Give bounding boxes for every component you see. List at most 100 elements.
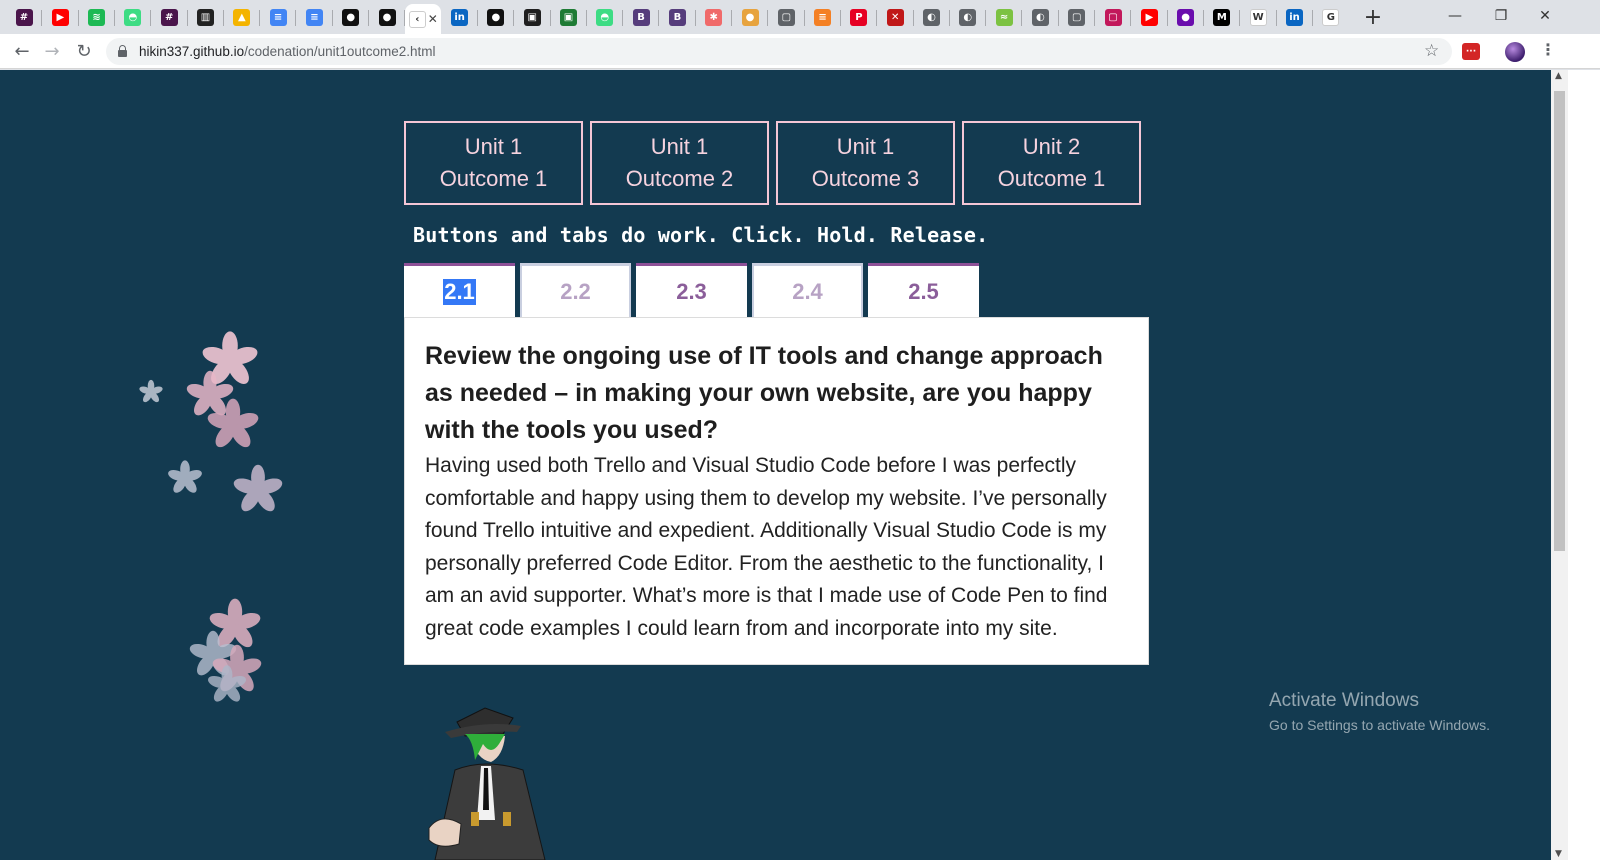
minimize-button[interactable]: —: [1432, 0, 1478, 32]
browser-tab[interactable]: ●: [1168, 4, 1204, 30]
restore-button[interactable]: ❐: [1478, 0, 1524, 32]
profile-avatar[interactable]: [1505, 42, 1525, 62]
panel-heading: Review the ongoing use of IT tools and c…: [425, 342, 1103, 444]
extension-icon[interactable]: ···: [1462, 43, 1480, 60]
tab-2-4[interactable]: 2.4: [752, 263, 863, 317]
character-illustration: [428, 707, 546, 860]
browser-tab[interactable]: ▣: [551, 4, 587, 30]
github-icon: ●: [378, 8, 396, 26]
browser-tab[interactable]: in: [442, 4, 478, 30]
browser-tab[interactable]: B: [659, 4, 695, 30]
browser-tab[interactable]: ▢: [1095, 4, 1131, 30]
trello-icon: ▥: [197, 8, 214, 26]
browser-tab[interactable]: ‹ ✕: [405, 4, 442, 34]
watermark-title: Activate Windows: [1269, 690, 1419, 711]
browser-tab[interactable]: ≈: [986, 4, 1022, 30]
youtube-icon: ▶: [51, 8, 69, 26]
tab-2-2[interactable]: 2.2: [520, 263, 631, 317]
panel-body: Having used both Trello and Visual Studi…: [425, 454, 1108, 640]
lock-icon: [118, 45, 127, 57]
browser-tab[interactable]: ●: [478, 4, 514, 30]
browser-tab[interactable]: ▥: [188, 4, 224, 30]
browser-tab[interactable]: ≋: [79, 4, 115, 30]
watermark-subtitle: Go to Settings to activate Windows.: [1269, 717, 1490, 733]
unit2-outcome1-button[interactable]: Unit 2 Outcome 1: [962, 121, 1141, 205]
page-icon: ▢: [1104, 8, 1122, 26]
page-viewport: Unit 1 Outcome 1 Unit 1 Outcome 2 Unit 1 Ou…: [0, 70, 1551, 860]
browser-tab[interactable]: ●: [732, 4, 768, 30]
scroll-up-icon[interactable]: ▲: [1555, 71, 1562, 81]
menu-kebab-icon[interactable]: ⋮: [1540, 40, 1556, 59]
tab-label: 2.3: [676, 278, 707, 304]
game-icon: ✕: [886, 8, 904, 26]
active-tab-icon: ‹: [408, 10, 426, 28]
browser-tab[interactable]: W: [1240, 4, 1276, 30]
unit1-outcome1-button[interactable]: Unit 1 Outcome 1: [404, 121, 583, 205]
tab-label: 2.5: [908, 278, 939, 304]
stackoverflow-icon: ≡: [814, 8, 832, 26]
reload-icon[interactable]: ↻: [70, 37, 98, 65]
browser-tab[interactable]: ▢: [1059, 4, 1095, 30]
pinterest-icon: P: [850, 8, 868, 26]
browser-tab[interactable]: ▢: [768, 4, 804, 30]
browser-tab[interactable]: ✱: [696, 4, 732, 30]
new-tab-button[interactable]: +: [1360, 4, 1386, 30]
slack-icon: #: [15, 8, 33, 26]
linkedin-icon: in: [1286, 8, 1303, 26]
browser-tab[interactable]: P: [841, 4, 877, 30]
browser-tab[interactable]: M: [1204, 4, 1240, 30]
google-docs-icon: ≡: [269, 8, 287, 26]
vertical-scrollbar[interactable]: ▲ ▼: [1551, 70, 1568, 860]
squirrel-icon: ●: [741, 8, 759, 26]
close-tab-icon[interactable]: ✕: [428, 12, 438, 26]
github-icon: ●: [342, 8, 360, 26]
bookmark-star-icon[interactable]: ☆: [1424, 41, 1439, 61]
tab-2-3[interactable]: 2.3: [636, 263, 747, 317]
tab-2-1[interactable]: 2.1: [404, 263, 515, 317]
unit1-outcome3-button[interactable]: Unit 1 Outcome 3: [776, 121, 955, 205]
browser-tab[interactable]: ◓: [115, 4, 151, 30]
browser-tab[interactable]: ◐: [1022, 4, 1058, 30]
browser-tab[interactable]: ●: [333, 4, 369, 30]
browser-tab[interactable]: ◐: [950, 4, 986, 30]
browser-tab[interactable]: #: [6, 4, 42, 30]
address-bar[interactable]: hikin337.github.io/codenation/unit1outco…: [106, 38, 1452, 65]
back-arrow-icon[interactable]: ←: [8, 37, 36, 65]
browser-tab[interactable]: in: [1277, 4, 1313, 30]
google-docs-icon: ≡: [305, 8, 323, 26]
browser-tab[interactable]: ▲: [224, 4, 260, 30]
browser-tab[interactable]: B: [623, 4, 659, 30]
browser-tab[interactable]: ●: [369, 4, 405, 30]
activate-windows-watermark: Activate Windows Go to Settings to activ…: [1269, 690, 1490, 733]
browser-toolbar: ← → ↻ hikin337.github.io/codenation/unit…: [0, 34, 1600, 69]
unit1-outcome2-button[interactable]: Unit 1 Outcome 2: [590, 121, 769, 205]
browser-tab[interactable]: G: [1313, 4, 1349, 30]
codecademy-icon: ▣: [523, 8, 541, 26]
browser-tab[interactable]: ▶: [1131, 4, 1167, 30]
tab-content-panel: Review the ongoing use of IT tools and c…: [404, 317, 1149, 665]
browser-tab[interactable]: #: [151, 4, 187, 30]
browser-tab[interactable]: ◓: [587, 4, 623, 30]
asana-icon: ✱: [705, 8, 723, 26]
globe-icon: ◐: [959, 8, 977, 26]
tagline: Buttons and tabs do work. Click. Hold. R…: [413, 223, 989, 247]
bootstrap-icon: B: [632, 8, 650, 26]
browser-tab[interactable]: ≡: [260, 4, 296, 30]
tab-label: 2.1: [443, 278, 476, 305]
google-icon: G: [1322, 8, 1340, 26]
globe-icon: ◐: [1031, 8, 1049, 26]
browser-tab[interactable]: ▣: [514, 4, 550, 30]
cherry-blossom-decoration-bottom: [187, 598, 264, 705]
browser-tab[interactable]: ✕: [877, 4, 913, 30]
forward-arrow-icon[interactable]: →: [38, 37, 66, 65]
browser-tab[interactable]: ◐: [914, 4, 950, 30]
medium-icon: M: [1213, 8, 1231, 26]
browser-tab[interactable]: ≡: [805, 4, 841, 30]
browser-tab[interactable]: ≡: [296, 4, 332, 30]
page-icon: ▢: [777, 8, 795, 26]
tab-2-5[interactable]: 2.5: [868, 263, 979, 317]
scrollbar-thumb[interactable]: [1554, 91, 1565, 551]
scroll-down-icon[interactable]: ▼: [1555, 849, 1562, 859]
close-window-button[interactable]: ✕: [1522, 0, 1568, 32]
browser-tab[interactable]: ▶: [42, 4, 78, 30]
